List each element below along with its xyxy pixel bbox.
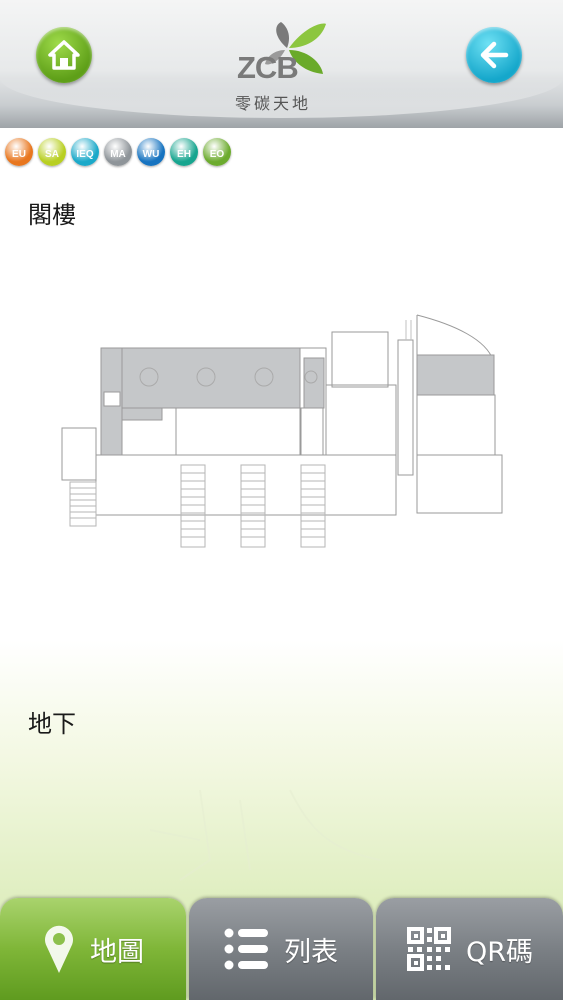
background-sketch [149, 789, 381, 881]
tab-qr[interactable]: QR碼 [376, 898, 563, 1000]
tab-map-label: 地圖 [90, 936, 144, 968]
badge-wu[interactable]: WU [137, 138, 165, 166]
badge-eo[interactable]: EO [203, 138, 231, 166]
basement-title: 地下 [28, 710, 76, 738]
attic-title: 閣樓 [28, 201, 76, 229]
home-icon [48, 40, 80, 70]
back-button[interactable] [466, 27, 522, 83]
badge-eu[interactable]: EU [5, 138, 33, 166]
zcb-logo: ZCB 零碳天地 [225, 18, 335, 116]
badge-sa[interactable]: SA [38, 138, 66, 166]
tab-list-label: 列表 [284, 936, 338, 968]
badge-ieq[interactable]: IEQ [71, 138, 99, 166]
home-button[interactable] [36, 27, 92, 83]
map-pin-icon [45, 925, 73, 973]
list-icon [224, 928, 268, 970]
tab-map[interactable]: 地圖 [0, 898, 186, 1000]
badge-eh[interactable]: EH [170, 138, 198, 166]
logo-text: ZCB [237, 50, 299, 85]
arrow-left-icon [480, 41, 509, 69]
category-badges: EU SA IEQ MA WU EH EO [5, 138, 231, 168]
app-header: ZCB 零碳天地 [0, 0, 563, 128]
attic-floor-plan[interactable] [56, 310, 506, 555]
tab-list[interactable]: 列表 [189, 898, 373, 1000]
tab-qr-label: QR碼 [465, 936, 533, 968]
bottom-tab-bar: 地圖 列表 QR碼 [0, 898, 563, 1000]
badge-ma[interactable]: MA [104, 138, 132, 166]
qr-code-icon [406, 927, 451, 971]
logo-subtitle: 零碳天地 [235, 94, 312, 113]
